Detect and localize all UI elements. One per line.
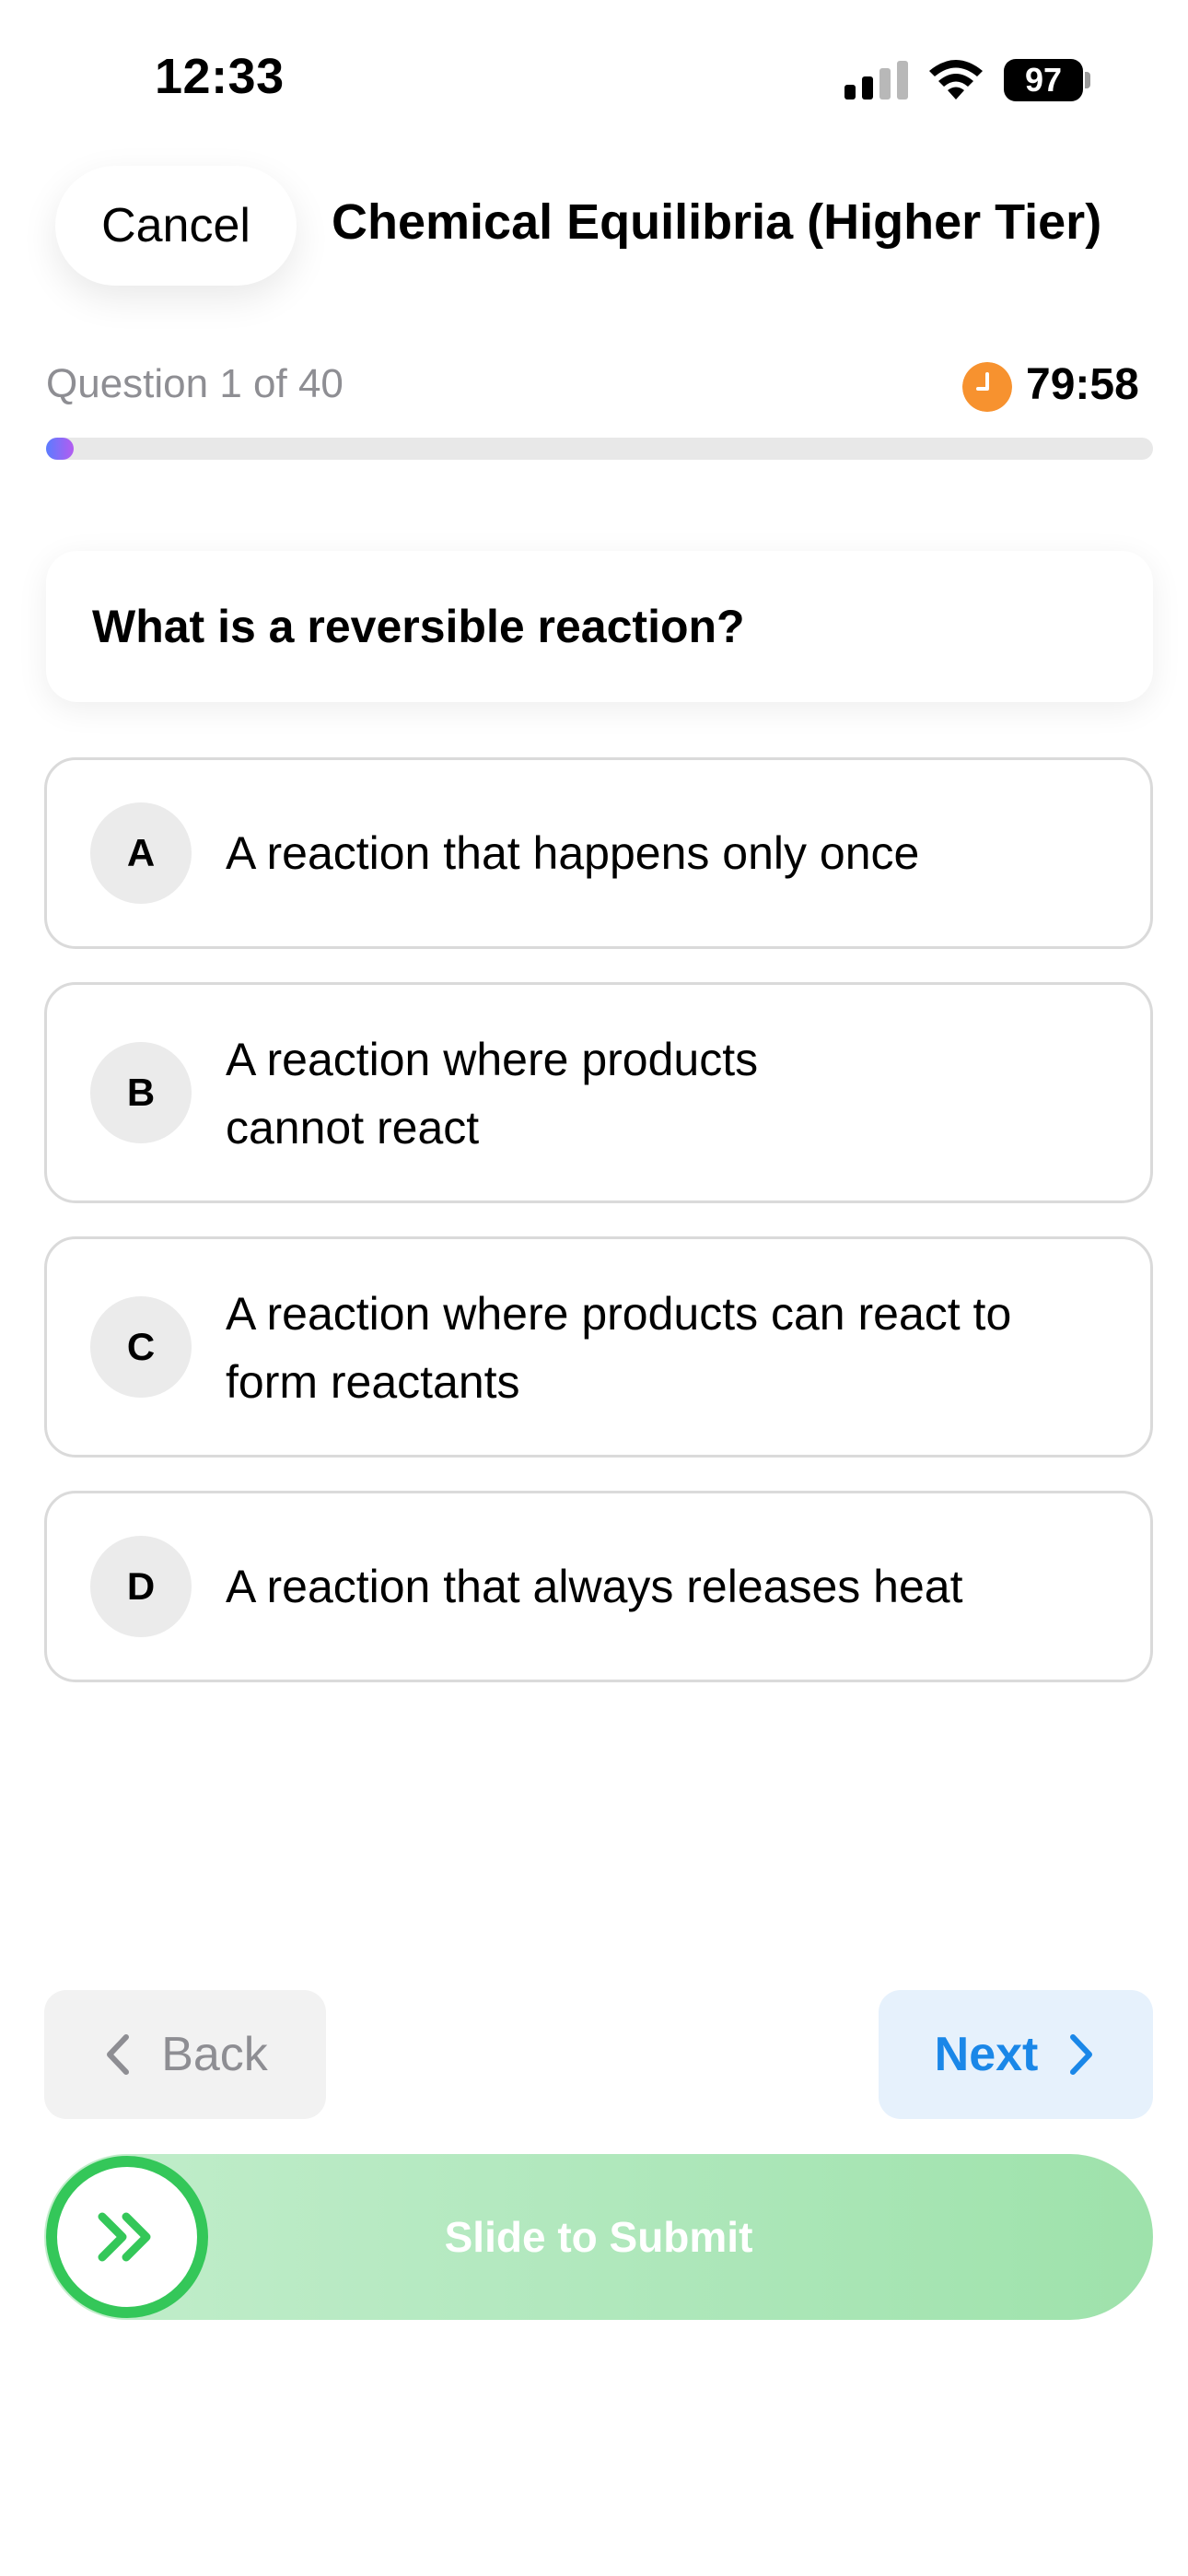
option-text: A reaction that happens only once [226, 827, 920, 879]
slide-to-submit-label: Slide to Submit [444, 2213, 753, 2261]
option-letter-badge: D [90, 1536, 192, 1637]
double-chevron-right-icon [98, 2212, 151, 2262]
question-text: What is a reversible reaction? [92, 601, 745, 652]
option-text: A reaction that always releases heat [226, 1561, 963, 1612]
chevron-left-icon [107, 2034, 130, 2075]
back-label: Back [161, 2028, 268, 2081]
status-time: 12:33 [155, 49, 285, 104]
option-d[interactable]: D A reaction that always releases heat [44, 1491, 1153, 1682]
next-label: Next [934, 2028, 1039, 2081]
clock-icon [962, 362, 1012, 412]
chevron-right-icon [1070, 2034, 1093, 2075]
option-c[interactable]: C A reaction where products can react to… [44, 1236, 1153, 1458]
battery-tip [1085, 72, 1090, 88]
option-b[interactable]: B A reaction where products cannot react [44, 982, 1153, 1203]
slide-to-submit-handle[interactable] [46, 2156, 208, 2318]
quiz-title: Chemical Equilibria (Higher Tier) [332, 194, 1102, 250]
next-button[interactable]: Next [879, 1990, 1153, 2119]
battery-indicator: 97 [1004, 59, 1083, 101]
option-letter-badge: B [90, 1042, 192, 1143]
option-text: A reaction where products cannot react [226, 1034, 759, 1153]
question-counter: Question 1 of 40 [46, 361, 344, 406]
cancel-button[interactable]: Cancel [55, 166, 297, 286]
progress-fill [46, 438, 75, 460]
option-a[interactable]: A A reaction that happens only once [44, 757, 1153, 949]
back-button[interactable]: Back [44, 1990, 326, 2119]
question-card: What is a reversible reaction? [46, 551, 1153, 702]
option-letter-badge: A [90, 802, 192, 904]
cellular-signal-icon [844, 61, 908, 100]
wifi-icon [929, 60, 983, 100]
progress-bar [46, 438, 1153, 460]
option-text: A reaction where products can react to f… [226, 1288, 1012, 1408]
timer-text: 79:58 [1026, 360, 1139, 409]
option-letter-badge: C [90, 1296, 192, 1398]
